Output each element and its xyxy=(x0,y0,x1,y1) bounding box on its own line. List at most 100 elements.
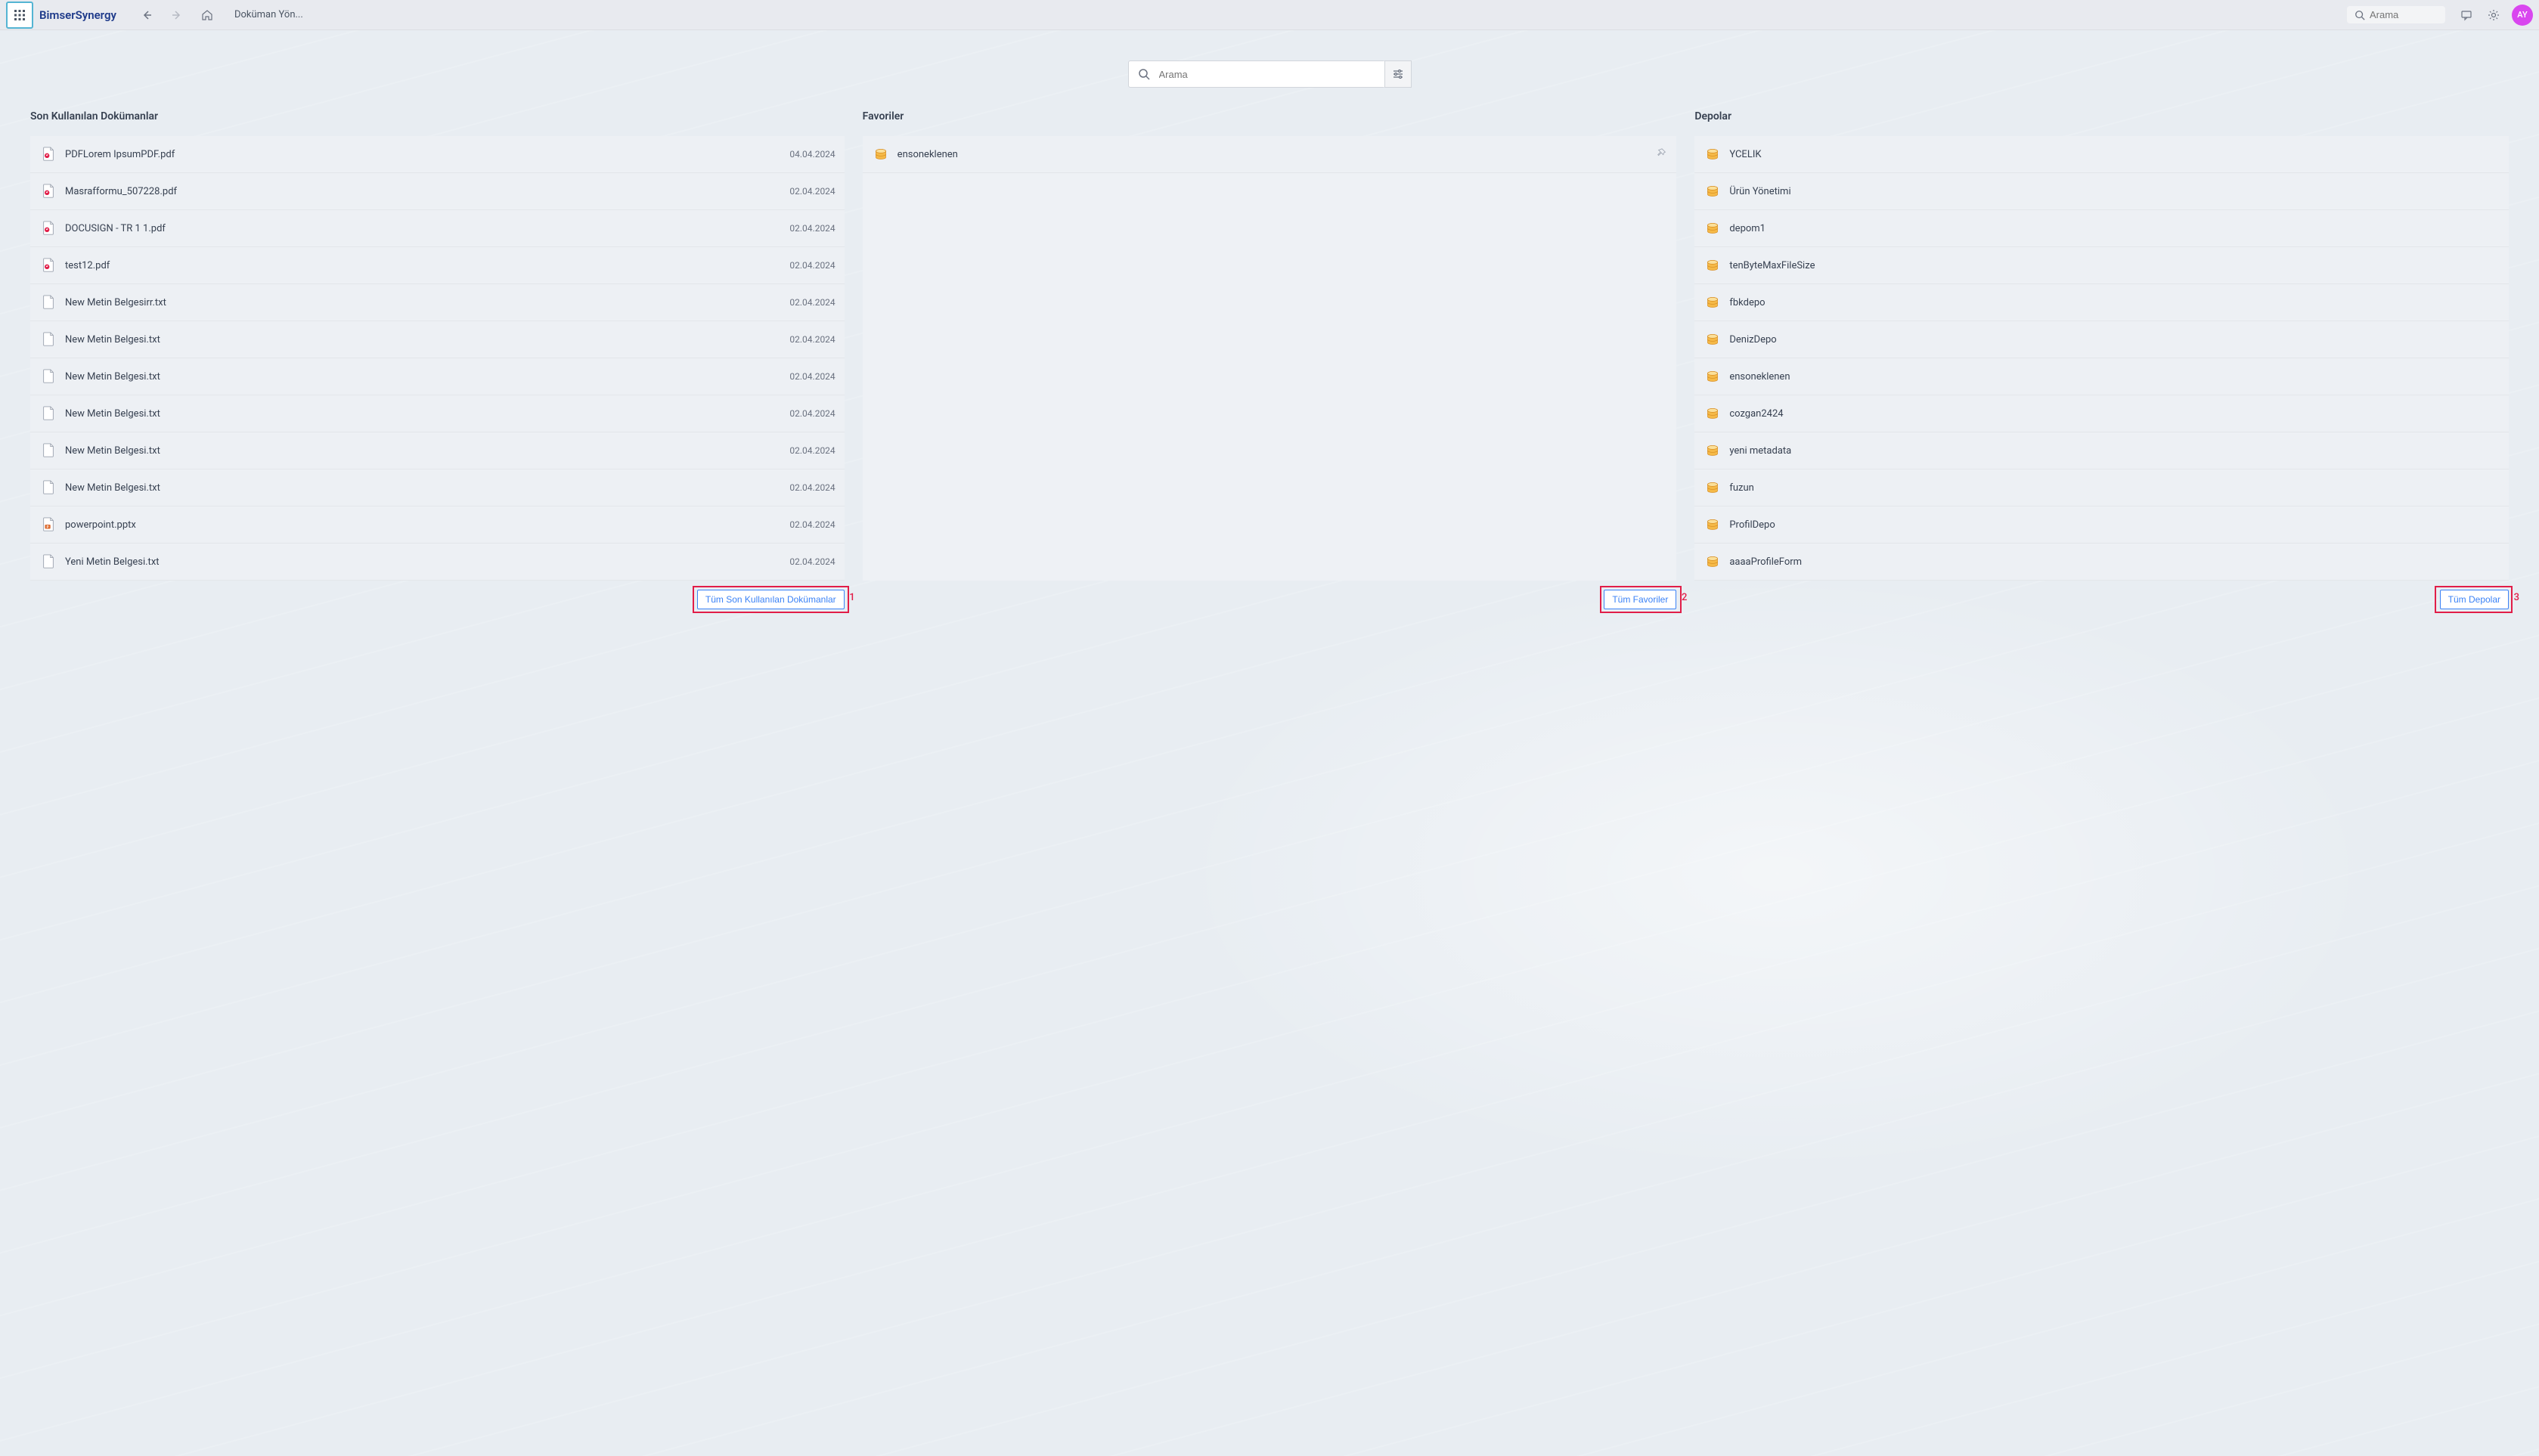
list-item[interactable]: powerpoint.pptx02.04.2024 xyxy=(30,507,845,544)
item-name: DOCUSIGN - TR 1 1.pdf xyxy=(65,223,789,234)
list-item[interactable]: DOCUSIGN - TR 1 1.pdf02.04.2024 xyxy=(30,210,845,247)
recent-documents-column: Son Kullanılan Dokümanlar PDFLorem Ipsum… xyxy=(30,110,845,618)
txt-icon xyxy=(42,332,55,347)
item-name: New Metin Belgesirr.txt xyxy=(65,297,789,308)
list-item[interactable]: YCELIK xyxy=(1694,136,2509,173)
item-date: 02.04.2024 xyxy=(789,556,835,567)
pin-button[interactable] xyxy=(1657,147,1667,161)
item-date: 02.04.2024 xyxy=(789,445,835,456)
list-item[interactable]: New Metin Belgesi.txt02.04.2024 xyxy=(30,358,845,395)
item-name: tenByteMaxFileSize xyxy=(1729,260,2500,271)
pptx-icon xyxy=(42,517,55,532)
item-icon-cell xyxy=(39,184,57,199)
item-date: 02.04.2024 xyxy=(789,371,835,382)
item-name: PDFLorem IpsumPDF.pdf xyxy=(65,149,789,160)
breadcrumb[interactable]: Doküman Yön... xyxy=(234,9,303,20)
db-icon xyxy=(1706,184,1719,199)
list-item[interactable]: yeni metadata xyxy=(1694,432,2509,469)
repos-footer: Tüm Depolar 3 xyxy=(1694,581,2509,618)
list-item[interactable]: Yeni Metin Belgesi.txt02.04.2024 xyxy=(30,544,845,581)
list-item[interactable]: ensoneklenen xyxy=(1694,358,2509,395)
home-button[interactable] xyxy=(195,3,219,27)
db-icon xyxy=(1706,554,1719,569)
list-item[interactable]: PDFLorem IpsumPDF.pdf04.04.2024 xyxy=(30,136,845,173)
list-item[interactable]: New Metin Belgesi.txt02.04.2024 xyxy=(30,395,845,432)
annotation-3: 3 xyxy=(2514,592,2519,603)
list-item[interactable]: New Metin Belgesirr.txt02.04.2024 xyxy=(30,284,845,321)
item-date: 02.04.2024 xyxy=(789,260,835,271)
chat-button[interactable] xyxy=(2454,3,2479,27)
main-search-input[interactable] xyxy=(1159,61,1384,87)
header-search-input[interactable] xyxy=(2370,9,2438,20)
item-icon-cell xyxy=(1704,369,1722,384)
list-item[interactable]: ensoneklenen xyxy=(863,136,1677,173)
db-icon xyxy=(1706,369,1719,384)
main-search-area xyxy=(0,30,2539,110)
list-item[interactable]: Masrafformu_507228.pdf02.04.2024 xyxy=(30,173,845,210)
item-name: New Metin Belgesi.txt xyxy=(65,371,789,383)
item-name: New Metin Belgesi.txt xyxy=(65,482,789,494)
item-name: ProfilDepo xyxy=(1729,519,2500,531)
header-search[interactable] xyxy=(2347,6,2445,23)
pdf-icon xyxy=(42,221,55,236)
list-item[interactable]: aaaaProfileForm xyxy=(1694,544,2509,581)
list-item[interactable]: ProfilDepo xyxy=(1694,507,2509,544)
db-icon xyxy=(1706,147,1719,162)
item-name: Masrafformu_507228.pdf xyxy=(65,186,789,197)
app-logo[interactable]: BimserSynergy xyxy=(39,8,116,22)
list-item[interactable]: tenByteMaxFileSize xyxy=(1694,247,2509,284)
settings-button[interactable] xyxy=(2482,3,2506,27)
item-name: ensoneklenen xyxy=(897,149,1657,160)
list-item[interactable]: fbkdepo xyxy=(1694,284,2509,321)
item-icon-cell xyxy=(1704,147,1722,162)
all-favorites-button[interactable]: Tüm Favoriler xyxy=(1604,590,1676,609)
main-search-box xyxy=(1128,60,1385,88)
item-name: YCELIK xyxy=(1729,149,2500,160)
item-icon-cell xyxy=(39,147,57,162)
item-icon-cell xyxy=(1704,332,1722,347)
txt-icon xyxy=(42,443,55,458)
list-item[interactable]: test12.pdf02.04.2024 xyxy=(30,247,845,284)
filter-button[interactable] xyxy=(1384,60,1412,88)
nav-forward-button[interactable] xyxy=(165,3,189,27)
arrow-right-icon xyxy=(171,9,183,21)
txt-icon xyxy=(42,369,55,384)
list-item[interactable]: depom1 xyxy=(1694,210,2509,247)
list-item[interactable]: New Metin Belgesi.txt02.04.2024 xyxy=(30,432,845,469)
pdf-icon xyxy=(42,184,55,199)
item-icon-cell xyxy=(39,258,57,273)
nav-back-button[interactable] xyxy=(135,3,159,27)
list-item[interactable]: New Metin Belgesi.txt02.04.2024 xyxy=(30,469,845,507)
item-date: 02.04.2024 xyxy=(789,297,835,308)
item-date: 02.04.2024 xyxy=(789,186,835,197)
item-date: 04.04.2024 xyxy=(789,149,835,160)
item-name: powerpoint.pptx xyxy=(65,519,789,531)
repos-title: Depolar xyxy=(1694,110,2509,122)
item-icon-cell xyxy=(1704,184,1722,199)
all-recent-button[interactable]: Tüm Son Kullanılan Dokümanlar xyxy=(697,590,845,609)
all-repos-button[interactable]: Tüm Depolar xyxy=(2440,590,2509,609)
txt-icon xyxy=(42,295,55,310)
item-icon-cell xyxy=(39,554,57,569)
txt-icon xyxy=(42,480,55,495)
item-date: 02.04.2024 xyxy=(789,482,835,493)
item-icon-cell xyxy=(39,369,57,384)
list-item[interactable]: DenizDepo xyxy=(1694,321,2509,358)
item-name: New Metin Belgesi.txt xyxy=(65,445,789,457)
arrow-left-icon xyxy=(141,9,153,21)
list-item[interactable]: New Metin Belgesi.txt02.04.2024 xyxy=(30,321,845,358)
item-name: ensoneklenen xyxy=(1729,371,2500,383)
list-item[interactable]: fuzun xyxy=(1694,469,2509,507)
apps-grid-button[interactable] xyxy=(6,2,33,29)
list-item[interactable]: cozgan2424 xyxy=(1694,395,2509,432)
item-name: cozgan2424 xyxy=(1729,408,2500,420)
item-icon-cell xyxy=(1704,406,1722,421)
db-icon xyxy=(1706,480,1719,495)
item-icon-cell xyxy=(39,406,57,421)
pin-icon xyxy=(1657,147,1667,158)
item-name: New Metin Belgesi.txt xyxy=(65,408,789,420)
search-icon xyxy=(2355,10,2365,20)
list-item[interactable]: Ürün Yönetimi xyxy=(1694,173,2509,210)
apps-grid-icon xyxy=(14,10,25,20)
avatar[interactable]: AY xyxy=(2512,5,2533,26)
